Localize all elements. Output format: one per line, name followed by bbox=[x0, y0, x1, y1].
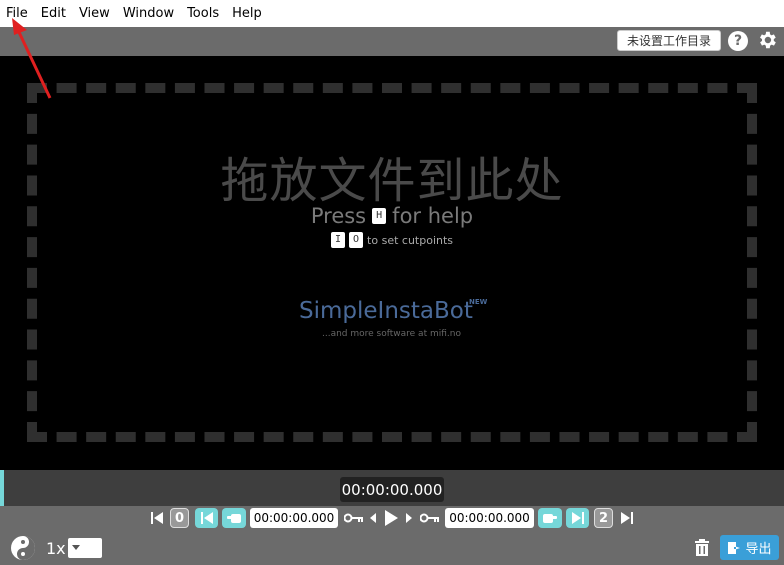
step-back-icon[interactable] bbox=[368, 511, 378, 525]
promo-subtitle-link[interactable]: ...and more software at mifi.no bbox=[322, 329, 461, 339]
working-directory-button[interactable]: 未设置工作目录 bbox=[617, 30, 721, 51]
yin-yang-svg bbox=[10, 535, 35, 560]
help-hint-suffix: for help bbox=[392, 204, 474, 228]
jump-to-end-icon[interactable] bbox=[620, 510, 634, 526]
cut-in-key-badge: I bbox=[330, 232, 346, 248]
cutpoint-hint-text: to set cutpoints bbox=[367, 233, 454, 247]
jump-cut-start-icon[interactable] bbox=[195, 508, 218, 528]
hand-pointer-left-svg bbox=[227, 514, 241, 523]
app-window: File Edit View Window Tools Help 未设置工作目录… bbox=[0, 0, 784, 565]
play-icon[interactable] bbox=[382, 508, 400, 528]
gear-icon-svg bbox=[760, 31, 776, 49]
start-segment-badge[interactable]: 0 bbox=[170, 508, 189, 528]
end-segment-badge[interactable]: 2 bbox=[594, 508, 613, 528]
jump-cut-end-icon[interactable] bbox=[566, 508, 589, 528]
menu-bar: File Edit View Window Tools Help bbox=[0, 0, 784, 27]
top-toolbar: 未设置工作目录 ? bbox=[0, 27, 784, 56]
jump-to-start-svg bbox=[151, 512, 163, 524]
cutpoint-hint: I O to set cutpoints bbox=[0, 232, 784, 248]
play-svg bbox=[385, 510, 398, 526]
promo-title-link[interactable]: SimpleInstaBot bbox=[299, 298, 473, 324]
menu-help[interactable]: Help bbox=[232, 0, 262, 27]
menu-file[interactable]: File bbox=[6, 0, 28, 27]
key-start-icon[interactable] bbox=[344, 511, 364, 525]
menu-window[interactable]: Window bbox=[123, 0, 174, 27]
jump-to-start-icon[interactable] bbox=[150, 510, 164, 526]
cut-out-key-badge: O bbox=[349, 232, 364, 248]
key-end-icon[interactable] bbox=[420, 511, 440, 525]
yin-yang-icon[interactable] bbox=[9, 534, 36, 561]
hand-pointer-right-svg bbox=[543, 514, 557, 523]
file-drop-area[interactable]: 拖放文件到此处 Press H for help I O to set cutp… bbox=[0, 56, 784, 470]
help-hint-prefix: Press bbox=[310, 204, 367, 228]
trash-icon[interactable] bbox=[692, 538, 712, 558]
export-button-label: 导出 bbox=[745, 542, 772, 557]
cut-start-time-input[interactable]: 00:00:00.000 bbox=[250, 508, 338, 528]
step-forward-icon[interactable] bbox=[404, 511, 414, 525]
export-icon bbox=[728, 541, 741, 554]
key-end-svg bbox=[420, 513, 439, 523]
drop-title: 拖放文件到此处 bbox=[220, 153, 564, 209]
help-hint: Press H for help bbox=[0, 204, 784, 228]
timeline[interactable]: 00:00:00.000 bbox=[0, 470, 784, 506]
key-start-svg bbox=[344, 513, 363, 523]
cut-end-time-input[interactable]: 00:00:00.000 bbox=[445, 508, 534, 528]
controls-bar: 0 00:00:00.000 00:00:00.000 2 1x 导出 bbox=[0, 506, 784, 565]
trash-svg bbox=[695, 539, 709, 556]
jump-to-end-svg bbox=[621, 512, 633, 524]
drop-zone-frame bbox=[27, 83, 757, 442]
set-cut-start-icon[interactable] bbox=[222, 508, 246, 528]
help-icon[interactable]: ? bbox=[728, 31, 748, 51]
promo-new-badge: NEW bbox=[469, 298, 488, 306]
export-button[interactable]: 导出 bbox=[720, 535, 779, 560]
menu-tools[interactable]: Tools bbox=[187, 0, 219, 27]
jump-cut-start-svg bbox=[200, 512, 213, 524]
playback-speed-select[interactable] bbox=[68, 538, 102, 558]
menu-edit[interactable]: Edit bbox=[41, 0, 66, 27]
set-cut-end-icon[interactable] bbox=[538, 508, 562, 528]
timeline-playhead[interactable] bbox=[0, 470, 4, 506]
step-back-svg bbox=[370, 513, 376, 523]
current-time-display: 00:00:00.000 bbox=[340, 477, 444, 502]
help-key-badge: H bbox=[372, 208, 387, 224]
menu-view[interactable]: View bbox=[79, 0, 110, 27]
playback-speed-label: 1x bbox=[46, 539, 66, 558]
gear-icon[interactable] bbox=[756, 29, 778, 51]
jump-cut-end-svg bbox=[571, 512, 584, 524]
step-forward-svg bbox=[406, 513, 412, 523]
